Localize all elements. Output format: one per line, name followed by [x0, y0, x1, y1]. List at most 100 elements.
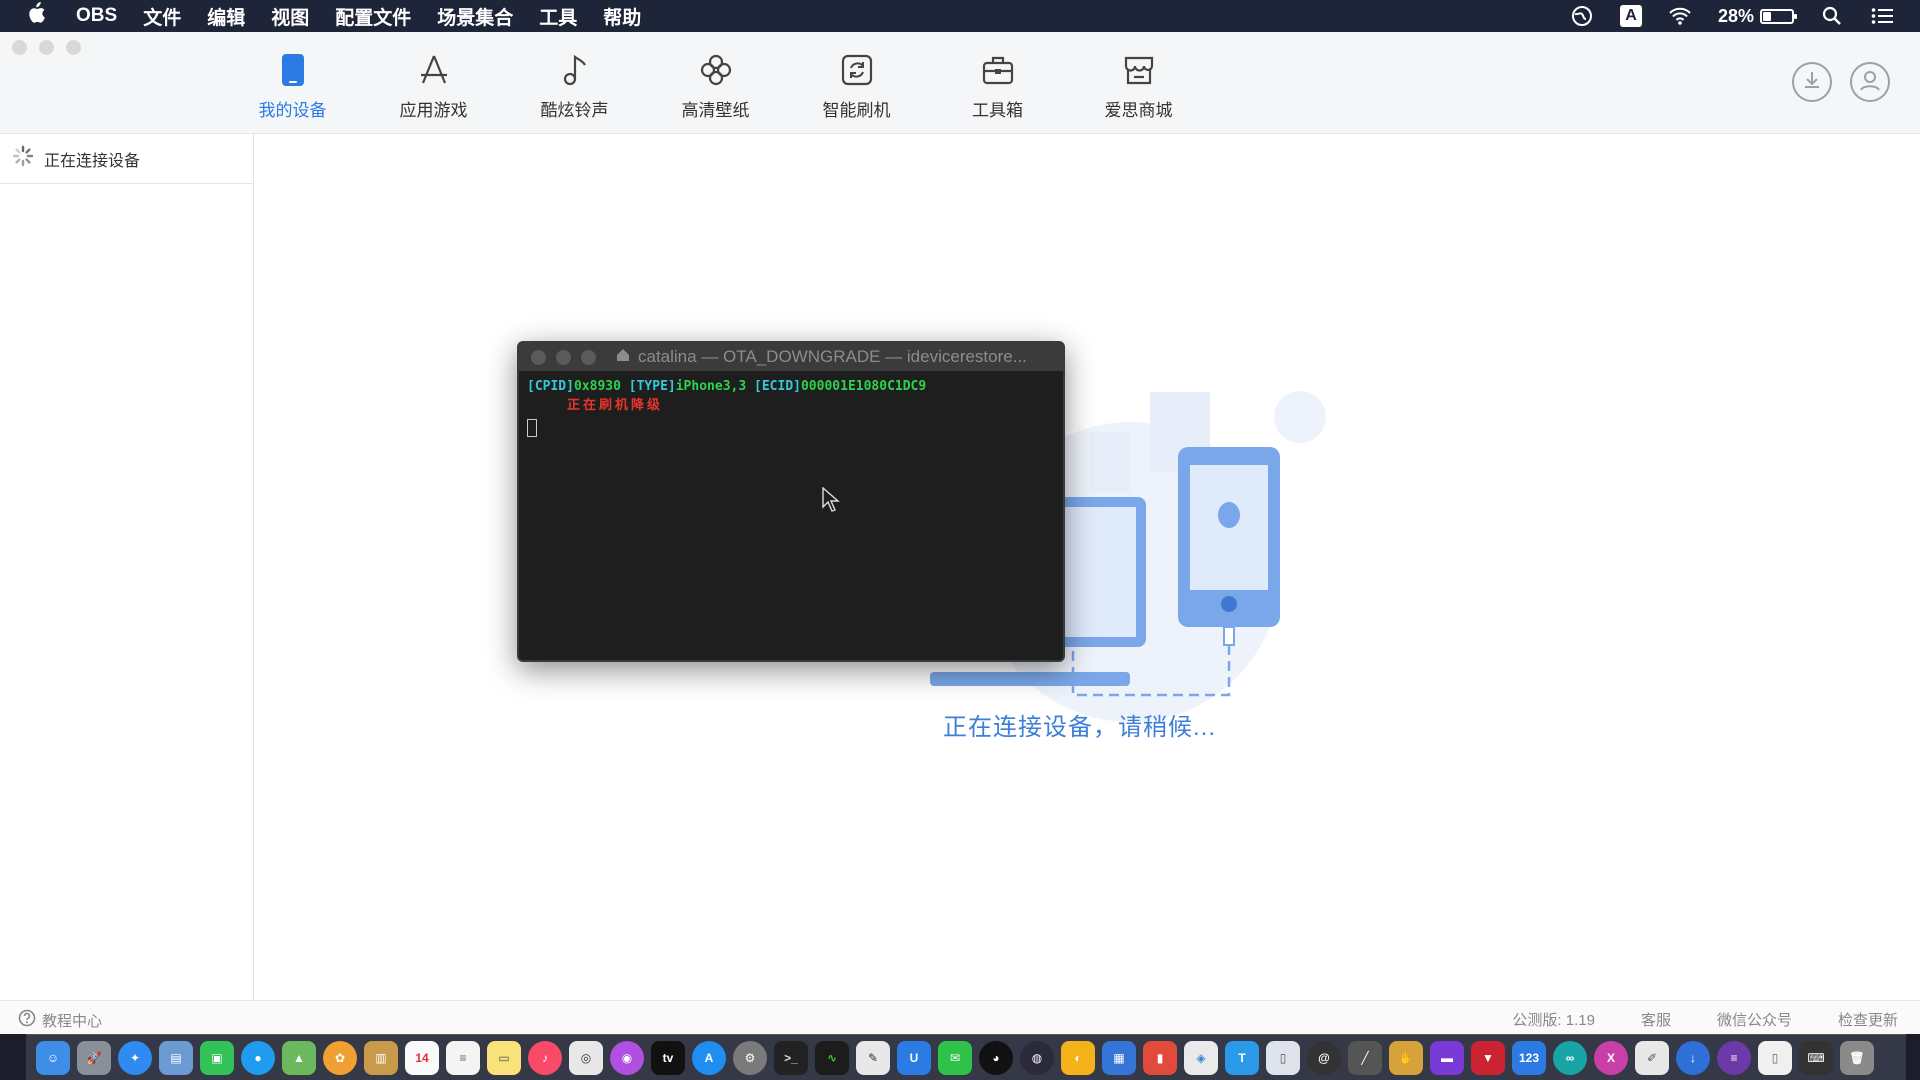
sidebar-connecting-item[interactable]: 正在连接设备 [0, 134, 253, 184]
stack-folder-icon[interactable]: ≡ [1717, 1040, 1751, 1075]
menu-profile[interactable]: 配置文件 [335, 3, 411, 30]
nav-ringtones[interactable]: 酷炫铃声 [504, 50, 645, 121]
menu-app-name[interactable]: OBS [76, 5, 117, 27]
calendar-icon[interactable]: 14 [405, 1040, 439, 1075]
terminal-cursor [527, 419, 537, 437]
music-icon[interactable]: ♪ [528, 1040, 562, 1075]
mouse-pointer-icon [822, 487, 840, 512]
search-icon[interactable] [1820, 4, 1844, 28]
cpid-label: [CPID] [527, 379, 574, 394]
script-editor-icon[interactable]: ✎ [856, 1040, 890, 1075]
help-center-label: 教程中心 [42, 1012, 103, 1030]
terminal-title: catalina — OTA_DOWNGRADE — idevicerestor… [616, 347, 1027, 367]
menu-edit[interactable]: 编辑 [207, 3, 245, 30]
itools-icon[interactable]: U [897, 1040, 931, 1075]
display-app-icon[interactable]: ▦ [1102, 1040, 1136, 1075]
user-account-button[interactable] [1850, 62, 1890, 102]
cloud-app-icon[interactable]: ◈ [1184, 1040, 1218, 1075]
x-app-icon[interactable]: X [1594, 1040, 1628, 1075]
check-update-link[interactable]: 检查更新 [1838, 1009, 1898, 1030]
obs-icon[interactable]: ◍ [1020, 1040, 1054, 1075]
terminal-dock-icon[interactable]: >_ [774, 1040, 808, 1075]
cpid-value: 0x8930 [573, 379, 621, 394]
blue-app-icon[interactable]: T [1225, 1040, 1259, 1075]
nav-wallpapers[interactable]: 高清壁纸 [645, 50, 786, 121]
document-icon[interactable]: ▯ [1758, 1040, 1792, 1075]
terminal-titlebar[interactable]: catalina — OTA_DOWNGRADE — idevicerestor… [519, 343, 1063, 371]
qq-icon[interactable]: ◕ [979, 1040, 1013, 1075]
terminal-close-button[interactable] [531, 349, 546, 365]
swirl-app-icon[interactable]: @ [1307, 1040, 1341, 1075]
connecting-message: 正在连接设备，请稍候... [943, 714, 1217, 741]
textedit-icon[interactable]: ✐ [1635, 1040, 1669, 1075]
notification-center-icon[interactable] [1870, 4, 1894, 28]
photo-booth-icon[interactable]: ◎ [569, 1040, 603, 1075]
apple-menu-icon[interactable] [26, 2, 56, 30]
chat-icon[interactable]: ● [241, 1040, 275, 1075]
arduino-icon[interactable]: ∞ [1553, 1040, 1587, 1075]
hand-app-icon[interactable]: ✋ [1389, 1040, 1423, 1075]
menu-view[interactable]: 视图 [271, 3, 309, 30]
red-app-icon[interactable]: ▮ [1143, 1040, 1177, 1075]
apple-tv-icon[interactable]: tv [651, 1040, 685, 1075]
window-controls [12, 40, 81, 55]
brush-app-icon[interactable]: ╱ [1348, 1040, 1382, 1075]
menu-help[interactable]: 帮助 [603, 3, 641, 30]
terminal-output[interactable]: [CPID]0x8930 [TYPE]iPhone3,3 [ECID]00000… [519, 371, 1063, 443]
cup-app-icon[interactable]: ▼ [1471, 1040, 1505, 1075]
finder-icon[interactable]: ☺ [36, 1040, 70, 1075]
phone-app-icon[interactable]: ▯ [1266, 1040, 1300, 1075]
activity-monitor-icon[interactable]: ∿ [815, 1040, 849, 1075]
menu-scene-collection[interactable]: 场景集合 [437, 3, 513, 30]
nav-smart-flash[interactable]: 智能刷机 [786, 50, 927, 121]
menu-tools[interactable]: 工具 [539, 3, 577, 30]
download-button[interactable] [1792, 62, 1832, 102]
terminal-window-controls [531, 349, 596, 365]
maps-icon[interactable]: ▲ [282, 1040, 316, 1075]
duck-app-icon[interactable]: ◐ [1061, 1040, 1095, 1075]
nav-my-device[interactable]: 我的设备 [222, 50, 363, 121]
app-store-dock-icon[interactable]: A [692, 1040, 726, 1075]
wechat-link[interactable]: 微信公众号 [1717, 1009, 1792, 1030]
help-center-link[interactable]: 教程中心 [18, 1009, 102, 1031]
terminal-zoom-button[interactable] [581, 349, 596, 365]
wechat-icon[interactable]: ✉ [938, 1040, 972, 1075]
home-icon [616, 347, 630, 367]
preview-icon[interactable]: ▤ [159, 1040, 193, 1075]
notes-icon[interactable]: ▭ [487, 1040, 521, 1075]
type-value: iPhone3,3 [675, 379, 747, 394]
type-label: [TYPE] [628, 379, 676, 394]
podcasts-icon[interactable]: ◉ [610, 1040, 644, 1075]
terminal-minimize-button[interactable] [556, 349, 571, 365]
nav-label: 应用游戏 [399, 101, 468, 120]
version-label: 公测版: 1.19 [1512, 1012, 1595, 1029]
terminal-window[interactable]: catalina — OTA_DOWNGRADE — idevicerestor… [517, 341, 1065, 662]
battery-status[interactable]: 28% [1718, 6, 1797, 27]
customer-service-link[interactable]: 客服 [1641, 1009, 1671, 1030]
globe-icon[interactable] [1570, 4, 1594, 28]
minimize-window-button[interactable] [39, 40, 54, 55]
system-preferences-icon[interactable]: ⚙ [733, 1040, 767, 1075]
nav-apps-games[interactable]: 应用游戏 [363, 50, 504, 121]
wifi-icon[interactable] [1668, 4, 1692, 28]
launchpad-icon[interactable]: 🚀 [77, 1040, 111, 1075]
contacts-icon[interactable]: ▥ [364, 1040, 398, 1075]
zoom-window-button[interactable] [66, 40, 81, 55]
reminders-icon[interactable]: ≡ [446, 1040, 480, 1075]
safari-icon[interactable]: ✦ [118, 1040, 152, 1075]
main-nav: 我的设备 应用游戏 酷炫铃声 高清壁纸 智能刷机 工具箱 爱思商城 [222, 50, 1209, 121]
downloads-folder-icon[interactable]: ↓ [1676, 1040, 1710, 1075]
numbers-123-icon[interactable]: 123 [1512, 1040, 1546, 1075]
close-window-button[interactable] [12, 40, 27, 55]
trash-icon[interactable]: 🗑 [1840, 1040, 1874, 1075]
menu-file[interactable]: 文件 [143, 3, 181, 30]
dock: ☺ 🚀 ✦ ▤ ▣ ● ▲ ✿ ▥ 14 ≡ ▭ ♪ ◎ ◉ tv A ⚙ >_… [26, 1034, 1906, 1080]
purple-app-icon[interactable]: ▬ [1430, 1040, 1464, 1075]
nav-store[interactable]: 爱思商城 [1068, 50, 1209, 121]
nav-label: 智能刷机 [822, 101, 891, 120]
photos-icon[interactable]: ✿ [323, 1040, 357, 1075]
nav-toolbox[interactable]: 工具箱 [927, 50, 1068, 121]
input-method-icon[interactable]: A [1619, 5, 1642, 27]
messages-icon[interactable]: ▣ [200, 1040, 234, 1075]
keyboard-icon[interactable]: ⌨ [1799, 1040, 1833, 1075]
